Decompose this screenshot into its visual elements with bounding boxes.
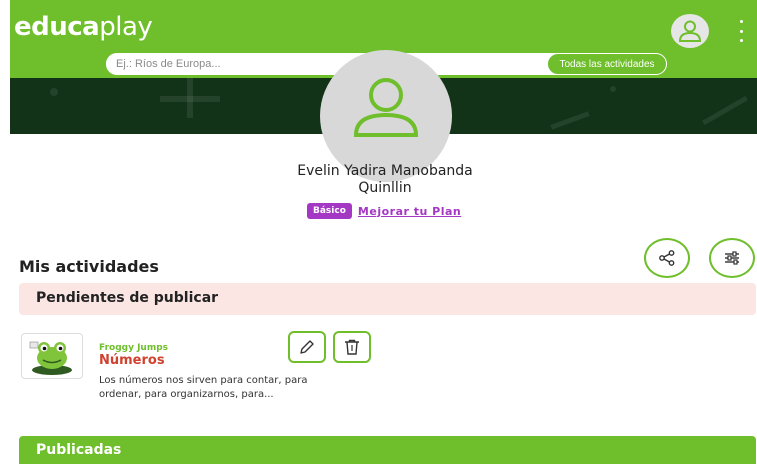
logo-bold-text: educa (14, 12, 100, 42)
activity-description: Los números nos sirven para contar, para… (99, 374, 359, 402)
app-frame: educaplay Todas las actividades (10, 0, 757, 464)
published-label: Publicadas (36, 442, 122, 458)
user-avatar-button[interactable] (671, 14, 709, 48)
pending-label: Pendientes de publicar (36, 290, 219, 306)
kebab-menu-icon[interactable] (738, 20, 744, 42)
user-icon (353, 78, 419, 137)
filter-icon (725, 251, 739, 265)
activity-description-line1: Los números nos sirven para contar, para (99, 375, 308, 386)
edit-button[interactable] (288, 331, 326, 363)
pending-section-header[interactable]: Pendientes de publicar (19, 283, 756, 315)
share-button[interactable] (644, 238, 690, 278)
profile-name-line2: Quinllin (358, 180, 412, 196)
search-input[interactable] (106, 53, 546, 75)
activity-thumbnail[interactable] (21, 333, 83, 379)
published-section-header[interactable]: Publicadas (19, 436, 756, 464)
educaplay-logo[interactable]: educaplay (14, 12, 153, 42)
activity-description-line2: ordenar, para organizarnos, para... (99, 389, 274, 400)
upgrade-plan-link[interactable]: Mejorar tu Plan (358, 205, 461, 218)
delete-icon (345, 339, 359, 355)
left-edge (0, 0, 10, 464)
delete-button[interactable] (333, 331, 371, 363)
user-icon (678, 20, 702, 42)
edit-icon (300, 340, 314, 354)
plan-row: Básico Mejorar tu Plan (307, 203, 461, 219)
filter-button[interactable] (709, 238, 755, 278)
profile-name-line1: Evelin Yadira Manobanda (297, 163, 473, 179)
my-activities-title: Mis actividades (19, 257, 159, 276)
all-activities-button[interactable]: Todas las actividades (547, 53, 667, 75)
logo-light-text: play (99, 12, 153, 42)
activity-type: Froggy Jumps (99, 343, 169, 353)
share-icon (659, 250, 675, 266)
plan-badge: Básico (307, 203, 352, 219)
froggy-jumps-thumbnail (29, 341, 72, 375)
profile-name: Evelin Yadira Manobanda Quinllin (240, 163, 530, 197)
activity-title[interactable]: Números (99, 353, 165, 368)
